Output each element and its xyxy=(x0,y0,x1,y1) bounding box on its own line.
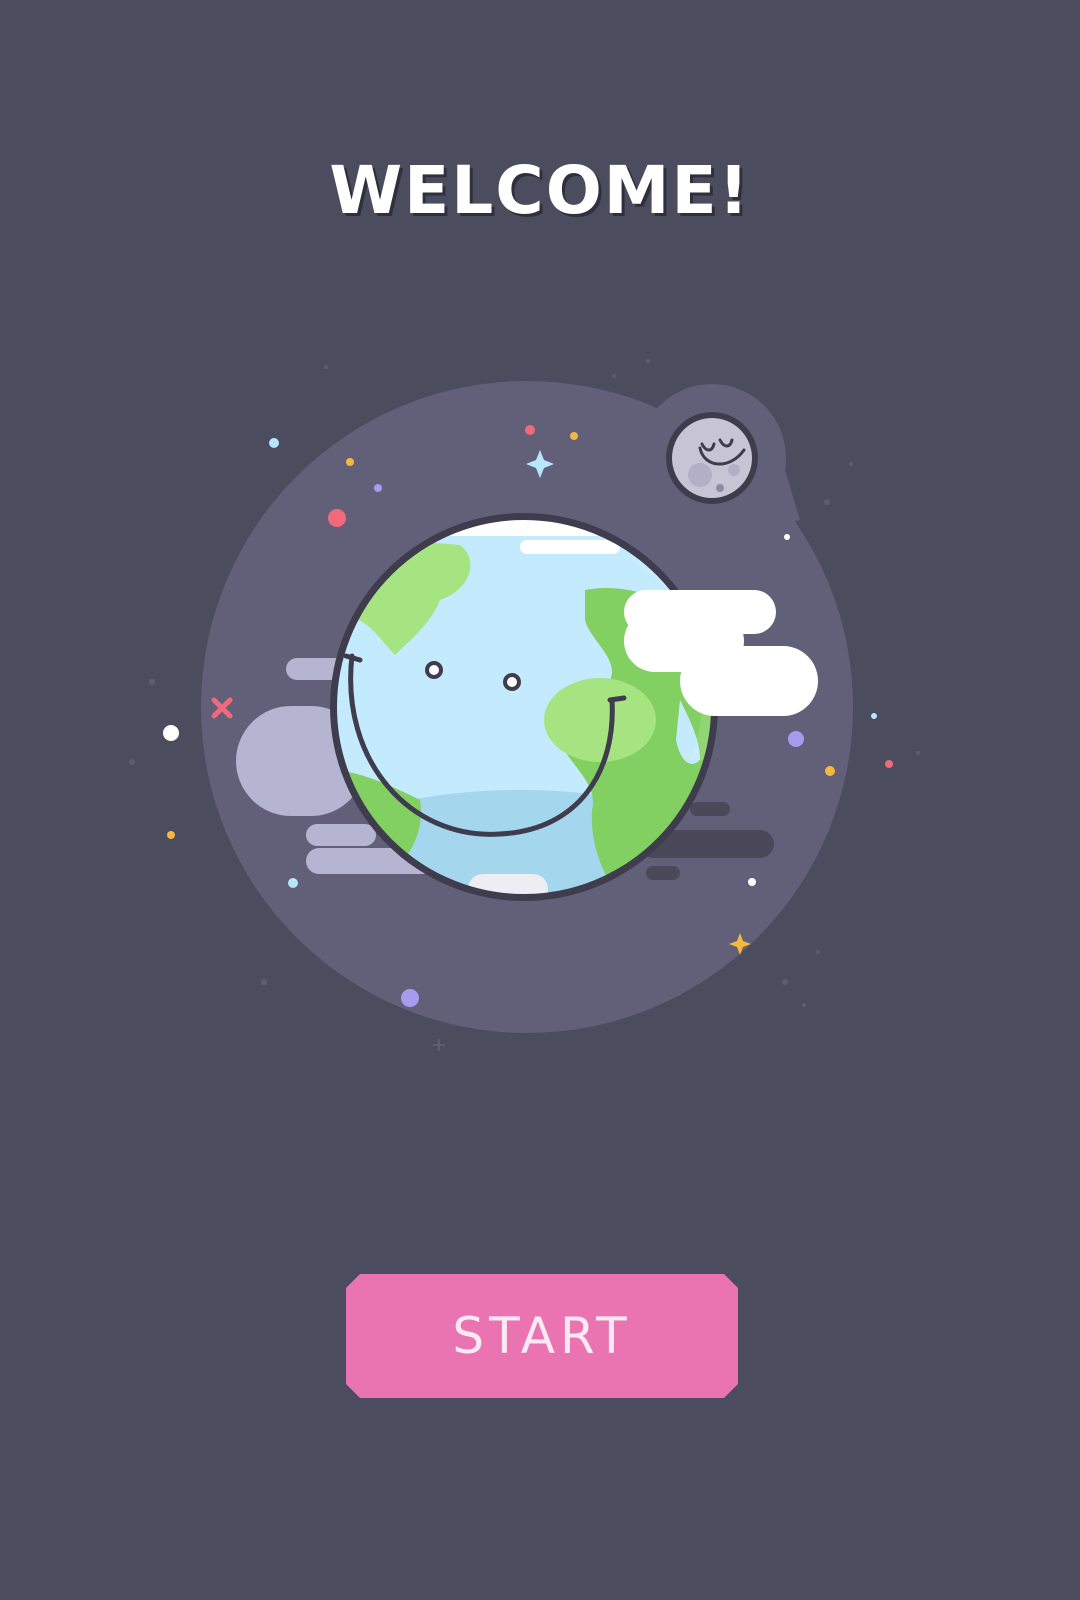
welcome-screen: WELCOME! START xyxy=(0,0,1080,1600)
start-button-label: START xyxy=(452,1307,632,1365)
earth-illustration xyxy=(129,359,920,1051)
sleeping-moon-icon xyxy=(666,412,758,504)
start-button[interactable]: START xyxy=(346,1274,738,1398)
